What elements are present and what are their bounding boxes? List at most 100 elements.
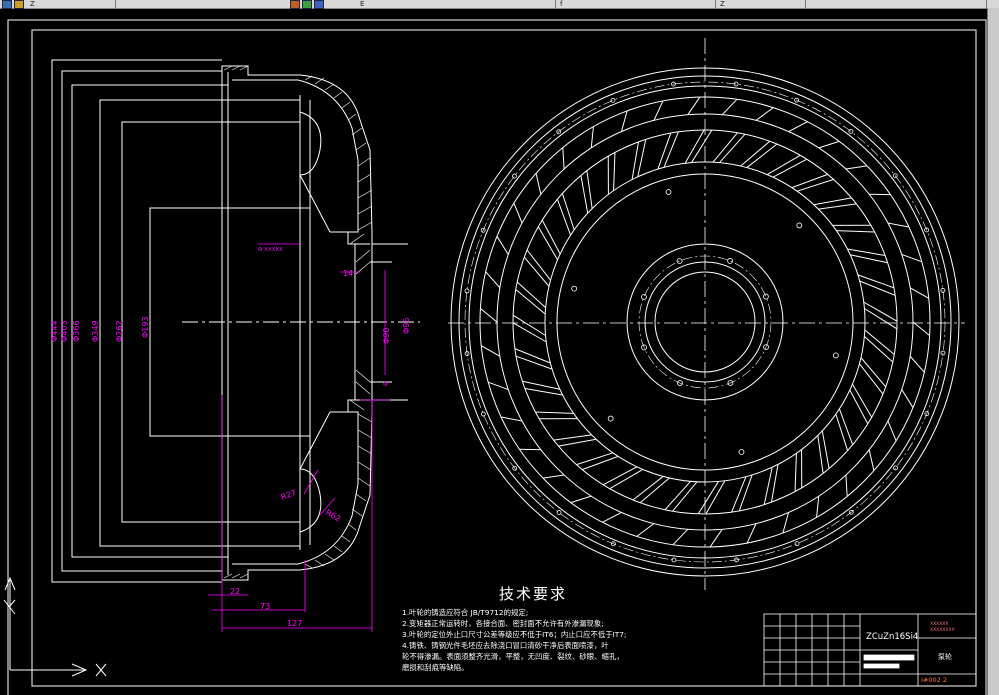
outer-blade [845, 474, 848, 497]
inner-blade [712, 132, 738, 163]
dim-d366: Φ366 [72, 320, 81, 342]
outer-blade [818, 140, 840, 149]
outer-blade [481, 345, 501, 357]
inner-blade [864, 329, 895, 355]
outer-blade [513, 203, 523, 224]
inner-blade [580, 175, 589, 214]
inner-blade [794, 453, 797, 492]
inner-blade [770, 464, 779, 503]
outer-blade [746, 523, 757, 544]
inner-blade [561, 193, 575, 231]
outer-blade [562, 147, 565, 170]
toolbar-dropdown-plotstyle[interactable] [806, 0, 987, 8]
dim-73: 73 [260, 602, 270, 611]
inner-blade [558, 438, 597, 447]
inner-blade [813, 197, 852, 206]
outer-blade [901, 253, 922, 263]
inner-blade [576, 452, 614, 466]
toolbar-dropdown-layer[interactable]: Z [26, 0, 116, 8]
outer-blade [887, 420, 897, 441]
outer-blade [653, 100, 664, 121]
technical-requirements: 技术要求 1.叶轮的铸造应符合 JB/T9712的规定; 2.变矩器正常运转时，… [402, 583, 664, 673]
outer-blade [602, 512, 622, 523]
dim-d262: Φ262 [115, 320, 124, 342]
dim-d193: Φ193 [141, 316, 150, 338]
outer-blade [868, 449, 875, 471]
inner-blade [657, 132, 672, 170]
inner-blade [522, 380, 560, 390]
outer-blade [570, 495, 592, 504]
inner-blade [738, 474, 753, 512]
outer-blade [687, 96, 701, 115]
inner-blade [835, 413, 849, 451]
outer-blade [816, 496, 820, 518]
hub-bolt-hole [641, 294, 647, 300]
dim-d403: Φ403 [60, 320, 69, 342]
inner-blade [556, 199, 572, 236]
company-label: XXXXXX XXXXXXXX [930, 622, 955, 633]
mid-bolt-hole [738, 449, 745, 455]
toolbar-dropdown-style[interactable]: E [356, 0, 556, 8]
hub-bolt-hole [727, 258, 733, 264]
outer-bolt-hole [512, 173, 517, 179]
inner-blade [817, 435, 824, 474]
inner-blade [535, 411, 574, 414]
dim-d95: Φ95 [402, 318, 411, 334]
outer-blade [782, 512, 790, 534]
ucs-axis-icon [3, 576, 107, 677]
tech-req-line: 磨损和刮痕等缺陷。 [402, 663, 469, 672]
dim-d349: Φ349 [91, 320, 100, 342]
part-name-label: 泵轮 [938, 653, 952, 661]
outer-blade [590, 126, 594, 148]
inner-blade [663, 131, 679, 168]
inner-blade [515, 289, 546, 315]
outer-blade [535, 173, 542, 195]
tech-req-title: 技术要求 [498, 585, 567, 603]
tech-req-line: 2.变矩器正常运转时，各接合面、密封面不允许有外渗漏现象; [402, 619, 604, 628]
inner-blade [818, 203, 857, 210]
toolbar-dropdown-linetype[interactable]: f [556, 0, 716, 8]
mid-bolt-hole [832, 352, 839, 359]
dim-d90: Φ90 [382, 328, 391, 344]
front-view [448, 38, 965, 590]
tolerance-small: Φ [383, 381, 388, 388]
inner-blade [553, 434, 592, 441]
outer-blade [912, 321, 930, 336]
mid-bolt-hole [571, 285, 578, 292]
material-label: ZCuZn16Si4 [866, 632, 919, 642]
tech-req-line: 1.叶轮的铸造应符合 JB/T9712的规定; [402, 608, 529, 617]
outer-blade [542, 474, 565, 479]
tech-req-line: 轮不得渗漏。表面须整齐光滑，平整，无凹度、裂纹、砂眼、缩孔， [402, 652, 624, 661]
mid-bolt-hole [796, 222, 803, 229]
outer-blade [500, 416, 523, 422]
inner-blade [763, 467, 773, 505]
outer-blade [721, 98, 738, 116]
outer-blade [887, 222, 910, 228]
dim-14: 14 [343, 269, 353, 278]
tech-req-line: 3.叶轮的定位外止口尺寸公差等级应不低于IT6；内止口应不低于IT7; [402, 630, 627, 639]
outer-blade [496, 236, 509, 255]
inner-blade [821, 430, 830, 469]
inner-blade [524, 387, 563, 396]
outer-blade [845, 165, 868, 170]
dim-22: 22 [230, 587, 240, 596]
outer-blade [901, 389, 914, 408]
inner-blade [514, 348, 551, 364]
outer-blade [909, 287, 929, 299]
inner-blade [631, 141, 640, 180]
dim-d444: Φ444 [50, 320, 59, 342]
dimension-lines [208, 243, 390, 632]
inner-blade [582, 455, 619, 471]
toolbar-dropdown-lineweight[interactable]: Z [716, 0, 806, 8]
tech-req-line: 4.铸铁、铸钢光件毛坯应去除浇口冒口清砂干净后表面喷漆，叶 [402, 641, 609, 650]
outer-blade [788, 121, 808, 132]
vertical-scrollbar[interactable] [987, 8, 999, 695]
outer-bolt-hole [893, 465, 898, 471]
outer-blade [620, 110, 628, 132]
inner-blade [637, 139, 647, 177]
inner-blade [731, 476, 747, 513]
inner-blade [515, 355, 553, 370]
inner-blade [796, 178, 834, 192]
tolerance-note: Φ XXXXX [258, 247, 283, 253]
inner-blade [838, 408, 854, 445]
